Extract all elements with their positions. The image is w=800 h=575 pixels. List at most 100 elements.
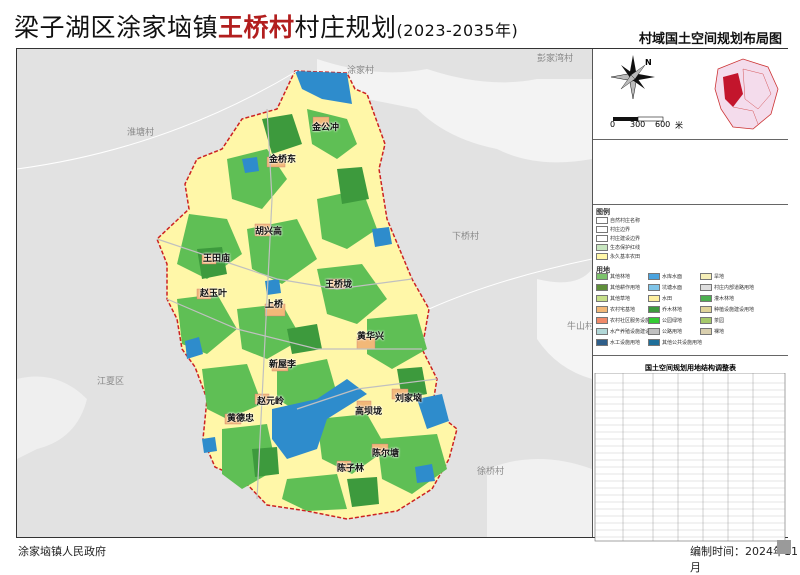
legend-swatch [648,273,660,280]
legend-item: 水库水面 [648,273,682,280]
legend-item: 农村宅基地 [596,306,635,313]
legend-label: 其他耕作用地 [610,285,641,291]
place-label: 胡兴高 [255,227,283,237]
legend-swatch [648,295,660,302]
place-label: 陈子林 [337,464,365,474]
table-title: 国土空间规划用地结构调整表 [645,364,736,372]
legend-swatch [596,295,608,302]
legend-item: 茶园 [700,317,724,324]
scale-label-300: 300 [630,120,646,129]
place-label: 黄华兴 [357,332,385,342]
scale-label-600: 600 [655,120,671,129]
legend-item: 公路用地 [648,328,682,335]
legend-item: 村庄边界 [596,226,630,233]
legend-swatch [648,328,660,335]
legend-swatch [700,317,712,324]
legend: 图例 用地 自然村庄名称 村庄边界 村庄建设边界 生态保护红线 永久基本农田 其他林地 其他… [593,204,788,356]
north-label: N [645,58,652,67]
legend-label: 灌木林地 [714,296,735,302]
legend-label: 水库水面 [662,274,683,280]
table-grid [594,373,786,542]
legend-item: 其他草地 [596,295,630,302]
legend-label: 公路用地 [662,329,683,335]
legend-item: 灌木林地 [700,295,734,302]
title-years: (2023-2035年) [396,21,519,40]
legend-swatch [648,284,660,291]
compass-panel: N 0 300 600 米 [593,49,788,140]
legend-swatch [700,306,712,313]
legend-swatch [596,226,608,233]
title-bar: 梁子湖区涂家垴镇王桥村村庄规划(2023-2035年) 村域国土空间规划布局图 [0,0,800,52]
legend-item: 村庄建设边界 [596,235,640,242]
legend-item: 坑塘水面 [648,284,682,291]
scale-unit: 米 [675,121,683,130]
legend-label: 其他林地 [610,274,631,280]
scale-label-0: 0 [610,120,616,129]
place-label: 赵元岭 [257,397,285,407]
legend-swatch [648,317,660,324]
place-label: 高坝垅 [355,407,383,417]
legend-label: 村庄内部道路用地 [714,285,755,291]
legend-swatch [596,306,608,313]
legend-label: 水田 [662,296,673,302]
place-label: 王桥垅 [325,280,353,290]
outer-place-label: 彭家湾村 [537,54,574,64]
legend-item: 种植设施建设用地 [700,306,754,313]
corner-mark [777,540,791,554]
legend-label: 生态保护红线 [610,245,641,251]
legend-item: 生态保护红线 [596,244,640,251]
legend-label: 坑塘水面 [662,285,683,291]
map-svg [17,49,592,537]
legend-label: 水工设施用地 [610,340,641,346]
legend-label: 其他草地 [610,296,631,302]
compass-svg [610,53,783,135]
legend-swatch [596,284,608,291]
legend-label: 农村宅基地 [610,307,636,313]
outer-place-label: 下桥村 [452,232,480,242]
place-label: 赵玉叶 [200,289,228,299]
outer-place-label: 江夏区 [97,377,125,387]
legend-label: 旱地 [714,274,725,280]
legend-label: 种植设施建设用地 [714,307,755,313]
legend-label: 其他公共设施用地 [662,340,703,346]
legend-swatch [596,244,608,251]
place-label: 陈尔塘 [372,449,400,459]
legend-swatch [596,217,608,224]
legend-label: 村庄边界 [610,227,631,233]
legend-label: 乔木林地 [662,307,683,313]
legend-item: 水田 [648,295,672,302]
map-title: 梁子湖区涂家垴镇王桥村村庄规划(2023-2035年) [14,8,518,44]
legend-item: 村庄内部道路用地 [700,284,754,291]
legend-label: 茶园 [714,318,725,324]
place-label: 金公冲 [312,123,340,133]
title-prefix: 梁子湖区涂家垴镇 [14,13,219,42]
legend-heading: 图例 [596,208,610,216]
legend-item: 其他耕作用地 [596,284,640,291]
legend-swatch [700,284,712,291]
legend-swatch [648,306,660,313]
legend-item: 其他林地 [596,273,630,280]
legend-item: 乔木林地 [648,306,682,313]
title-village: 王桥村 [218,13,295,42]
legend-swatch [700,328,712,335]
legend-label: 公园绿地 [662,318,683,324]
outer-place-label: 徐桥村 [477,467,505,477]
title-suffix: 村庄规划 [294,13,397,42]
side-panel: N 0 300 600 米 图例 用地 自然村庄名称 村庄边界 村庄建设边界 生态保护… [592,49,788,542]
legend-label: 永久基本农田 [610,254,641,260]
place-label: 新屋李 [269,360,297,370]
legend-swatch [596,273,608,280]
legend-swatch [648,339,660,346]
legend-label: 自然村庄名称 [610,218,641,224]
place-label: 上桥 [265,300,284,310]
footer-government: 涂家垴镇人民政府 [18,545,106,558]
outer-place-label: 涂家村 [347,66,375,76]
legend-swatch [596,235,608,242]
place-label: 黄德忠 [227,414,255,424]
legend-swatch [596,328,608,335]
place-label: 王田庙 [203,254,231,264]
legend-item: 水工设施用地 [596,339,640,346]
map-canvas[interactable]: 金公冲 金桥东 胡兴高 王田庙 赵玉叶 王桥垅 上桥 黄华兴 新屋李 赵元岭 黄… [17,49,592,537]
place-label: 刘家垴 [395,394,423,404]
legend-item: 其他公共设施用地 [648,339,702,346]
